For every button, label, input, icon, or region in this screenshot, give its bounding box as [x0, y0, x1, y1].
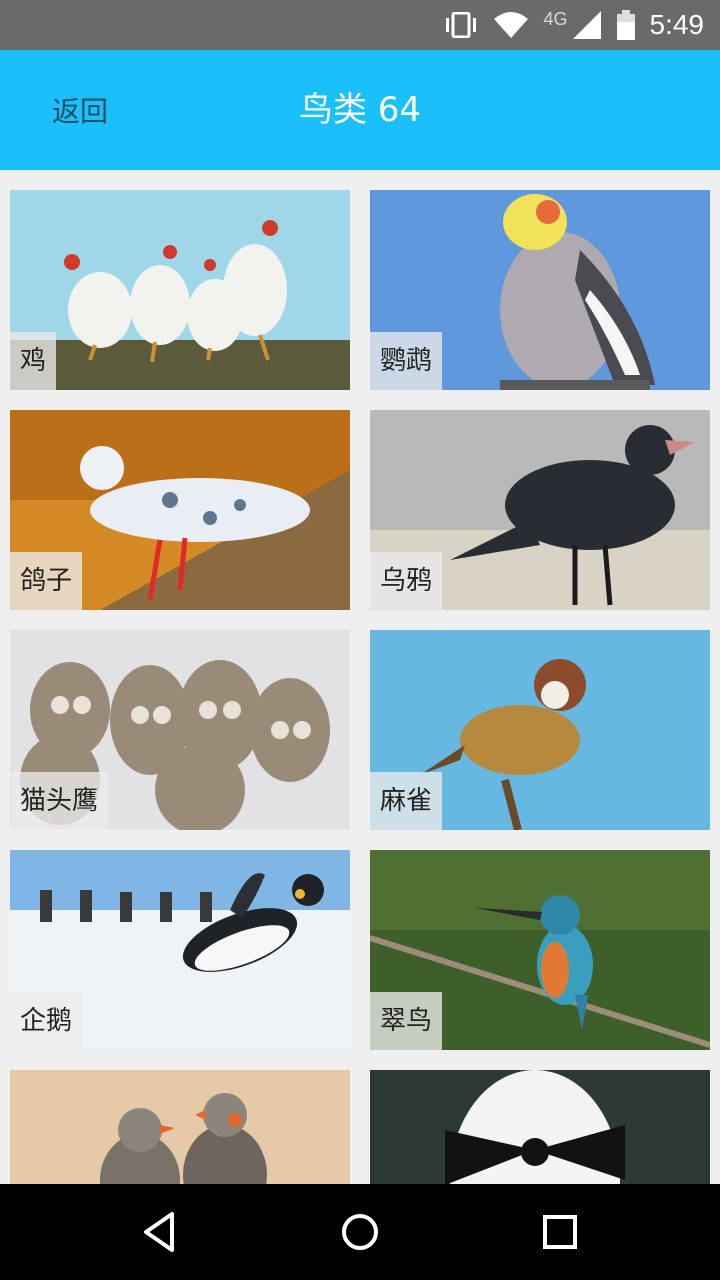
status-time: 5:49: [649, 9, 705, 40]
bird-card[interactable]: 猫头鹰: [10, 630, 350, 830]
status-bar: 4G 5:49: [0, 0, 720, 50]
bird-photo-bowtie: [370, 1070, 710, 1184]
network-type-label: 4G: [543, 8, 568, 29]
bird-card[interactable]: 乌鸦: [370, 410, 710, 610]
bird-card[interactable]: [10, 1070, 350, 1184]
bird-label: 乌鸦: [370, 552, 443, 610]
status-icons: 4G 5:49: [443, 0, 704, 50]
bird-grid: 鸡 鹦鹉 鸽子 乌鸦 猫头鹰 麻雀 企鹅 翠鸟: [0, 170, 720, 1184]
home-circle-icon[interactable]: [336, 1208, 384, 1256]
signal-icon: [572, 11, 601, 39]
navigation-bar: [0, 1184, 720, 1280]
bird-label: 猫头鹰: [10, 772, 109, 830]
bird-card[interactable]: 鸽子: [10, 410, 350, 610]
bird-card[interactable]: [370, 1070, 710, 1184]
bird-label: 麻雀: [370, 772, 443, 830]
bird-label: 翠鸟: [370, 992, 443, 1050]
bird-photo-finch: [10, 1070, 350, 1184]
page-title: 鸟类 64: [298, 90, 422, 130]
bird-label: 企鹅: [10, 992, 83, 1050]
bird-card[interactable]: 企鹅: [10, 850, 350, 1050]
bird-card[interactable]: 鹦鹉: [370, 190, 710, 390]
battery-icon: [616, 10, 635, 40]
app-bar: 返回 鸟类 64: [0, 50, 720, 170]
recents-square-icon[interactable]: [536, 1208, 584, 1256]
bird-label: 鹦鹉: [370, 332, 443, 390]
bird-card[interactable]: 翠鸟: [370, 850, 710, 1050]
wifi-icon: [494, 12, 529, 38]
bird-label: 鸡: [10, 332, 57, 390]
back-triangle-icon[interactable]: [136, 1208, 184, 1256]
bird-photo-chicken: [10, 190, 350, 390]
bird-card[interactable]: 麻雀: [370, 630, 710, 830]
bird-card[interactable]: 鸡: [10, 190, 350, 390]
vibrate-icon: [446, 12, 477, 38]
bird-label: 鸽子: [10, 552, 83, 610]
